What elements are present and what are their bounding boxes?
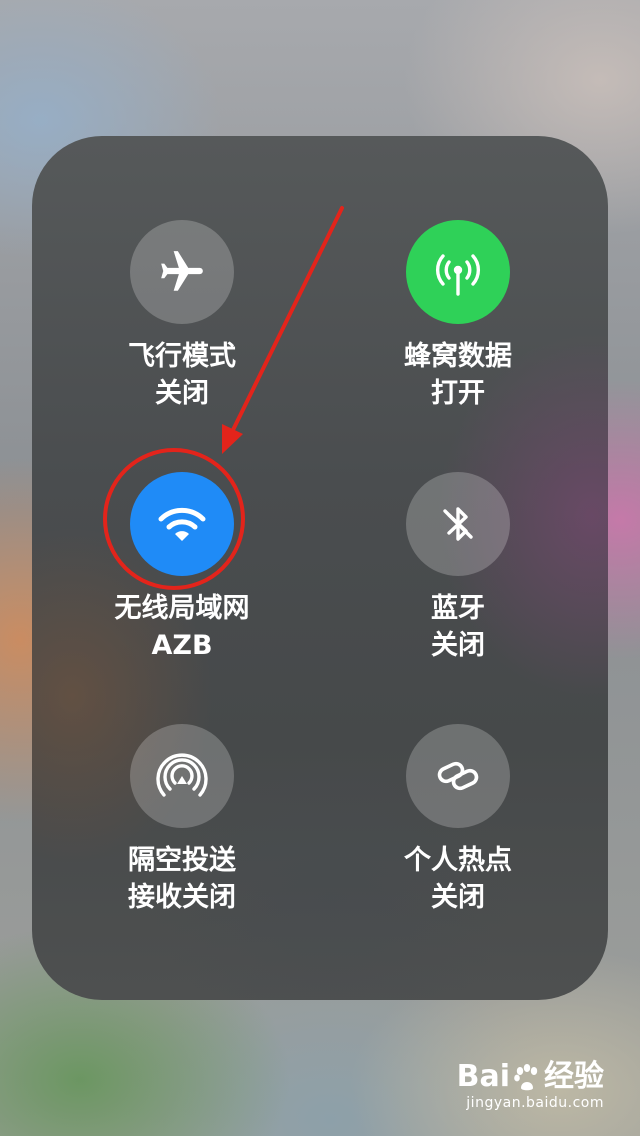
cellular-data-button[interactable] (406, 220, 510, 324)
wifi-button[interactable] (130, 472, 234, 576)
cellular-data-title: 蜂窝数据 (404, 341, 512, 372)
tile-wifi[interactable]: 无线局域网 AZB (72, 472, 292, 664)
airdrop-title: 隔空投送 (128, 845, 236, 876)
airplane-mode-button[interactable] (130, 220, 234, 324)
baidu-jingyan-watermark: Bai 经验 jingyan.baidu.com (457, 1060, 604, 1112)
wifi-network-name: AZB (151, 630, 213, 661)
airplane-mode-label: 飞行模式 关闭 (72, 338, 292, 412)
cellular-data-label: 蜂窝数据 打开 (348, 338, 568, 412)
cellular-data-status: 打开 (431, 378, 485, 409)
connectivity-panel: 飞行模式 关闭 蜂窝数据 打开 无线局域网 AZB 蓝牙 关闭 隔空投送 接收关… (32, 136, 608, 1000)
airplane-icon (161, 251, 203, 291)
paw-icon (514, 1064, 538, 1091)
bluetooth-button[interactable] (406, 472, 510, 576)
tile-personal-hotspot[interactable]: 个人热点 关闭 (348, 724, 568, 916)
bluetooth-label: 蓝牙 关闭 (348, 590, 568, 664)
tile-cellular-data[interactable]: 蜂窝数据 打开 (348, 220, 568, 412)
airdrop-icon (156, 753, 208, 797)
tile-airplane-mode[interactable]: 飞行模式 关闭 (72, 220, 292, 412)
screen: 飞行模式 关闭 蜂窝数据 打开 无线局域网 AZB 蓝牙 关闭 隔空投送 接收关… (0, 0, 640, 1136)
airdrop-button[interactable] (130, 724, 234, 828)
bluetooth-off-icon (443, 507, 473, 541)
hotspot-link-icon (437, 761, 479, 791)
watermark-brand: Bai 经验 (457, 1060, 604, 1094)
airplane-mode-status: 关闭 (155, 378, 209, 409)
cellular-antenna-icon (436, 254, 480, 296)
watermark-url: jingyan.baidu.com (466, 1095, 604, 1111)
airdrop-status: 接收关闭 (128, 882, 236, 913)
watermark-brand-right: 经验 (544, 1059, 604, 1094)
airplane-mode-title: 飞行模式 (128, 341, 236, 372)
wifi-icon (158, 507, 206, 541)
personal-hotspot-label: 个人热点 关闭 (348, 842, 568, 916)
personal-hotspot-status: 关闭 (431, 882, 485, 913)
tile-airdrop[interactable]: 隔空投送 接收关闭 (72, 724, 292, 916)
personal-hotspot-title: 个人热点 (404, 845, 512, 876)
tile-bluetooth[interactable]: 蓝牙 关闭 (348, 472, 568, 664)
watermark-brand-left: Bai (456, 1059, 510, 1094)
bluetooth-status: 关闭 (431, 630, 485, 661)
bluetooth-title: 蓝牙 (431, 593, 485, 624)
wifi-title: 无线局域网 (114, 593, 250, 624)
airdrop-label: 隔空投送 接收关闭 (72, 842, 292, 916)
wifi-label: 无线局域网 AZB (72, 590, 292, 664)
personal-hotspot-button[interactable] (406, 724, 510, 828)
